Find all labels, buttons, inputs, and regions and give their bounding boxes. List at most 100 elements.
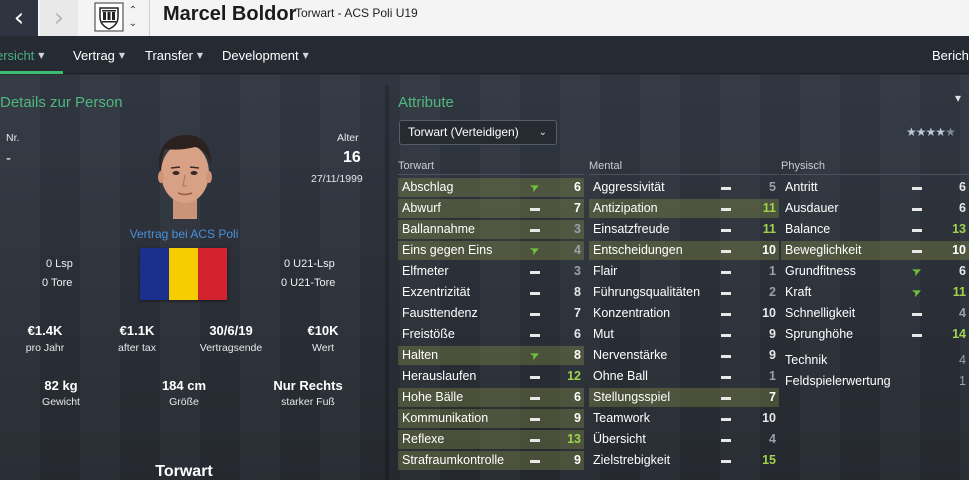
tab-uebersicht[interactable]: ersicht▼	[0, 36, 44, 74]
attribute-row[interactable]: Ballannahme 3	[398, 220, 584, 239]
attribute-row[interactable]: Aggressivität 5	[589, 178, 779, 197]
weight-label: Gewicht	[42, 396, 80, 408]
player-subtitle[interactable]: Torwart - ACS Poli U19	[295, 6, 418, 20]
details-panel-title: Details zur Person	[0, 94, 123, 111]
contract-note-link[interactable]: Vertrag bei ACS Poli	[130, 227, 239, 241]
panel-divider	[385, 85, 389, 480]
attribute-value: 8	[574, 285, 581, 299]
star-icon: ★	[906, 125, 917, 139]
attribute-row[interactable]: Freistöße 6	[398, 325, 584, 344]
club-badge-icon[interactable]	[94, 2, 124, 32]
trend-flat-icon	[719, 202, 733, 215]
tab-development[interactable]: Development ▼	[222, 36, 309, 74]
main-content: Details zur Person Nr. - Alter 16 27/11/…	[0, 75, 969, 480]
attribute-row[interactable]: Antizipation 11	[589, 199, 779, 218]
star-icon: ★	[935, 125, 946, 139]
attribute-row[interactable]: Kommunikation 9	[398, 409, 584, 428]
attribute-row[interactable]: Balance 13	[781, 220, 969, 239]
attribute-name: Ballannahme	[402, 222, 475, 236]
weight-value: 82 kg	[44, 378, 78, 393]
attribute-row[interactable]: Zielstrebigkeit 15	[589, 451, 779, 470]
attribute-row[interactable]: Herauslaufen 12	[398, 367, 584, 386]
attribute-row[interactable]: Kraft ➤ 11	[781, 283, 969, 302]
role-dropdown[interactable]: Torwart (Verteidigen) ⌄	[399, 120, 557, 145]
chevron-up-icon[interactable]: ⌃	[129, 4, 137, 17]
attribute-value: 10	[762, 243, 776, 257]
tab-transfer[interactable]: Transfer ▼	[145, 36, 203, 74]
trend-flat-icon	[528, 307, 542, 320]
trend-flat-icon	[910, 307, 924, 320]
back-button[interactable]: ‹	[0, 0, 38, 36]
attribute-row[interactable]: Strafraumkontrolle 9	[398, 451, 584, 470]
contract-end-value: 30/6/19	[209, 323, 253, 338]
attribute-row[interactable]: Ausdauer 6	[781, 199, 969, 218]
trend-flat-icon	[528, 370, 542, 383]
trend-up-icon: ➤	[527, 346, 543, 364]
attribute-name: Balance	[785, 222, 831, 236]
attribute-value: 6	[959, 180, 966, 194]
attribute-name: Antritt	[785, 180, 818, 194]
attribute-name: Sprunghöhe	[785, 327, 854, 341]
attribute-row[interactable]: Mut 9	[589, 325, 779, 344]
attribute-name: Feldspielerwertung	[785, 374, 891, 388]
attribute-row[interactable]: Teamwork 10	[589, 409, 779, 428]
contract-end-label: Vertragsende	[199, 342, 263, 354]
attribute-row[interactable]: Übersicht 4	[589, 430, 779, 449]
attribute-row[interactable]: Nervenstärke 9	[589, 346, 779, 365]
attribute-value: 6	[959, 264, 966, 278]
attribute-row[interactable]: Abwurf 7	[398, 199, 584, 218]
attribute-row[interactable]: Führungsqualitäten 2	[589, 283, 779, 302]
attribute-row[interactable]: Reflexe 13	[398, 430, 584, 449]
wage-after-tax-label: after tax	[118, 342, 156, 354]
attributes-panel-title: Attribute	[398, 94, 454, 111]
age-label: Alter	[337, 132, 359, 144]
attribute-row[interactable]: Fausttendenz 7	[398, 304, 584, 323]
attribute-row[interactable]: Konzentration 10	[589, 304, 779, 323]
attribute-row[interactable]: Halten ➤ 8	[398, 346, 584, 365]
chevron-down-icon[interactable]: ⌄	[129, 17, 137, 30]
tab-vertrag[interactable]: Vertrag ▼	[73, 36, 125, 74]
attribute-row[interactable]: Flair 1	[589, 262, 779, 281]
trend-flat-icon	[719, 349, 733, 362]
attribute-value: 4	[574, 243, 581, 257]
player-switcher[interactable]: ⌃ ⌄	[127, 2, 139, 32]
nationality-flag[interactable]	[140, 248, 227, 300]
attribute-row[interactable]: Hohe Bälle 6	[398, 388, 584, 407]
attribute-row[interactable]: Exzentrizität 8	[398, 283, 584, 302]
tab-bar: ersicht▼ Vertrag▼ Transfer▼ Development▼…	[0, 36, 969, 74]
attribute-value: 14	[952, 327, 966, 341]
attribute-row[interactable]: Elfmeter 3	[398, 262, 584, 281]
forward-button[interactable]: ›	[40, 0, 78, 36]
attribute-row[interactable]: Grundfitness ➤ 6	[781, 262, 969, 281]
active-tab-indicator	[0, 71, 63, 74]
attribute-name: Grundfitness	[785, 264, 856, 278]
attribute-row[interactable]: Antritt 6	[781, 178, 969, 197]
trend-flat-icon	[719, 286, 733, 299]
attribute-name: Kraft	[785, 285, 812, 299]
column-divider	[589, 174, 779, 175]
attribute-name: Übersicht	[593, 432, 646, 446]
attribute-row[interactable]: Beweglichkeit 10	[781, 241, 969, 260]
attribute-name: Entscheidungen	[593, 243, 683, 257]
attribute-value: 10	[762, 306, 776, 320]
attribute-row[interactable]: Einsatzfreude 11	[589, 220, 779, 239]
trend-flat-icon	[719, 391, 733, 404]
attribute-name: Abschlag	[402, 180, 454, 194]
tab-berichte[interactable]: Berich	[932, 36, 969, 74]
attribute-row[interactable]: Ohne Ball 1	[589, 367, 779, 386]
trend-flat-icon	[719, 265, 733, 278]
attribute-row[interactable]: Schnelligkeit 4	[781, 304, 969, 323]
attribute-row[interactable]: Entscheidungen 10	[589, 241, 779, 260]
attribute-row[interactable]: Stellungsspiel 7	[589, 388, 779, 407]
attribute-row[interactable]: Abschlag ➤ 6	[398, 178, 584, 197]
attribute-name: Kommunikation	[402, 411, 489, 425]
star-rating[interactable]: ★★★★★	[906, 125, 956, 139]
attribute-row[interactable]: Eins gegen Eins ➤ 4	[398, 241, 584, 260]
attribute-row[interactable]: Sprunghöhe 14	[781, 325, 969, 344]
market-value: €10K	[307, 323, 339, 338]
trend-flat-icon	[528, 328, 542, 341]
chevron-down-icon[interactable]: ▾	[955, 91, 961, 105]
attribute-value: 10	[952, 243, 966, 257]
trend-flat-icon	[719, 307, 733, 320]
attribute-value: 6	[574, 390, 581, 404]
